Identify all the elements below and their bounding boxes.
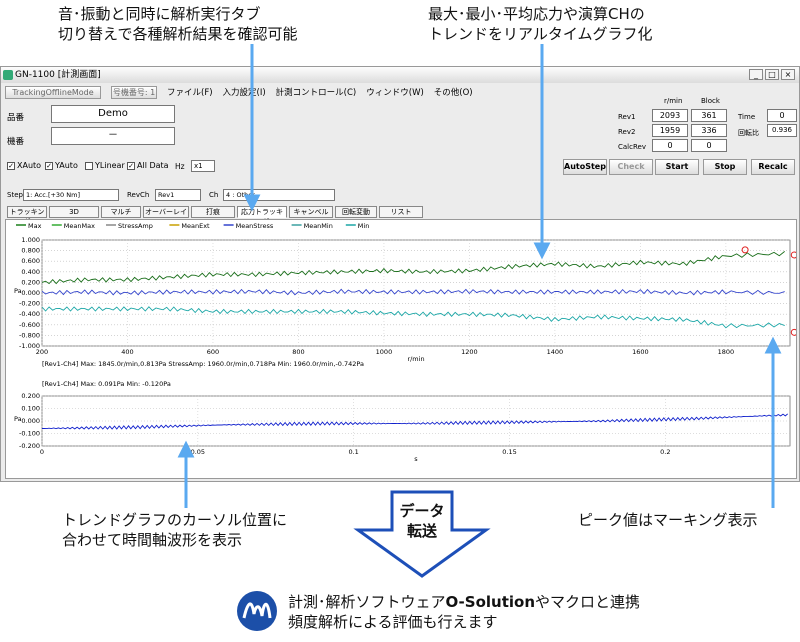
callout-cursor-line2: 合わせて時間軸波形を表示 — [62, 531, 243, 549]
product-line2: 頻度解析による評価も行えます — [288, 613, 498, 631]
transfer-arrow: データ 転送 — [353, 490, 491, 578]
callout-peak: ピーク値はマーキング表示 — [578, 510, 758, 530]
transfer-text-2: 転送 — [407, 522, 438, 540]
callout-arrow-cursor — [177, 440, 195, 458]
product-suffix: やマクロと連携 — [535, 593, 641, 611]
callout-cursor: トレンドグラフのカーソル位置に 合わせて時間軸波形を表示 — [62, 510, 287, 550]
callout-arrow-tabs — [243, 194, 261, 212]
o-solution-logo — [237, 591, 277, 631]
product-name: O-Solution — [445, 593, 535, 611]
callout-arrow-peak — [764, 336, 782, 354]
callout-cursor-line1: トレンドグラフのカーソル位置に — [62, 511, 288, 529]
product-line1: 計測･解析ソフトウェアO-Solutionやマクロと連携 — [288, 592, 640, 612]
callout-peak-line1: ピーク値はマーキング表示 — [578, 511, 758, 529]
callout-arrow-trend — [533, 242, 551, 260]
transfer-text-1: データ — [399, 502, 444, 520]
product-prefix: 計測･解析ソフトウェア — [288, 593, 446, 611]
product-text: 計測･解析ソフトウェアO-Solutionやマクロと連携 頻度解析による評価も行… — [288, 592, 640, 632]
